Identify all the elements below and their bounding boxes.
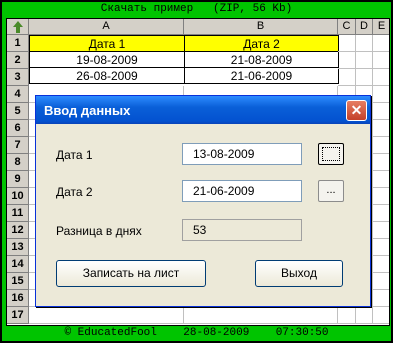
grid-cell[interactable] [373, 69, 389, 86]
row-header[interactable]: 4 [7, 86, 29, 103]
column-header-c[interactable]: C [338, 19, 356, 35]
grid-cell[interactable] [356, 35, 373, 52]
close-icon: ✕ [350, 102, 363, 118]
row-header[interactable]: 17 [7, 307, 29, 324]
grid-cell[interactable] [373, 137, 389, 154]
row-header[interactable]: 3 [7, 69, 29, 86]
date1-picker-button[interactable]: ... [318, 143, 344, 165]
date1-field[interactable]: 13-08-2009 [182, 143, 302, 165]
column-header-b[interactable]: B [184, 19, 338, 35]
grid-cell[interactable] [184, 307, 338, 324]
row-header[interactable]: 6 [7, 120, 29, 137]
dialog-title: Ввод данных [44, 103, 131, 118]
grid-cell[interactable] [373, 154, 389, 171]
grid-cell[interactable] [373, 273, 389, 290]
grid-cell[interactable] [373, 120, 389, 137]
row-header[interactable]: 15 [7, 273, 29, 290]
grid-cell[interactable] [373, 290, 389, 307]
input-dialog: Ввод данных ✕ Дата 1 13-08-2009 ... Дата… [35, 95, 371, 307]
grid-cell[interactable] [373, 171, 389, 188]
grid-cell[interactable] [338, 52, 356, 69]
grid-cell[interactable] [373, 103, 389, 120]
date2-label: Дата 2 [56, 185, 93, 199]
grid-cell[interactable] [373, 256, 389, 273]
row-header[interactable]: 5 [7, 103, 29, 120]
grid-cell[interactable] [373, 222, 389, 239]
cell-a3[interactable]: 26-08-2009 [29, 67, 185, 84]
row-header[interactable]: 2 [7, 52, 29, 69]
grid-cell[interactable] [356, 52, 373, 69]
write-to-sheet-button[interactable]: Записать на лист [56, 260, 206, 287]
footer-caption: © EducatedFool 28-08-2009 07:30:50 [64, 327, 329, 339]
column-header-e[interactable]: E [373, 19, 389, 35]
select-all-corner[interactable] [7, 19, 29, 35]
grid-cell[interactable] [373, 86, 389, 103]
grid-cell[interactable] [373, 239, 389, 256]
date2-field[interactable]: 21-06-2009 [182, 180, 302, 202]
column-header-a[interactable]: A [29, 19, 184, 35]
dialog-titlebar[interactable]: Ввод данных ✕ [36, 96, 370, 124]
cell-b1[interactable]: Дата 2 [184, 35, 339, 52]
grid-cell[interactable] [338, 69, 356, 86]
diff-label: Разница в днях [56, 224, 142, 238]
exit-button[interactable]: Выход [255, 260, 343, 287]
row-header[interactable]: 11 [7, 205, 29, 222]
row-header[interactable]: 14 [7, 256, 29, 273]
row-header[interactable]: 8 [7, 154, 29, 171]
row-header[interactable]: 1 [7, 35, 29, 52]
grid-cell[interactable] [373, 205, 389, 222]
grid-cell[interactable] [29, 307, 184, 324]
row-header[interactable]: 13 [7, 239, 29, 256]
cell-a2[interactable]: 19-08-2009 [29, 51, 185, 68]
close-button[interactable]: ✕ [346, 100, 367, 121]
column-header-d[interactable]: D [356, 19, 373, 35]
date1-label: Дата 1 [56, 148, 93, 162]
grid-cell[interactable] [373, 307, 389, 324]
row-header[interactable]: 16 [7, 290, 29, 307]
grid-cell[interactable] [338, 35, 356, 52]
diff-field: 53 [182, 219, 302, 241]
grid-cell[interactable] [356, 307, 373, 324]
grid-cell[interactable] [373, 35, 389, 52]
date2-picker-button[interactable]: ... [318, 180, 344, 202]
row-header[interactable]: 10 [7, 188, 29, 205]
cell-a1[interactable]: Дата 1 [29, 35, 185, 52]
grid-cell[interactable] [338, 307, 356, 324]
tree-icon [13, 21, 23, 33]
cell-b2[interactable]: 21-08-2009 [184, 51, 339, 68]
row-header[interactable]: 12 [7, 222, 29, 239]
row-header[interactable]: 7 [7, 137, 29, 154]
download-link[interactable]: Скачать пример (ZIP, 56 Kb) [2, 2, 391, 17]
grid-cell[interactable] [373, 52, 389, 69]
dialog-body: Дата 1 13-08-2009 ... Дата 2 21-06-2009 … [38, 124, 368, 305]
grid-cell[interactable] [356, 69, 373, 86]
cell-b3[interactable]: 21-06-2009 [184, 67, 339, 84]
row-header[interactable]: 9 [7, 171, 29, 188]
grid-cell[interactable] [373, 188, 389, 205]
